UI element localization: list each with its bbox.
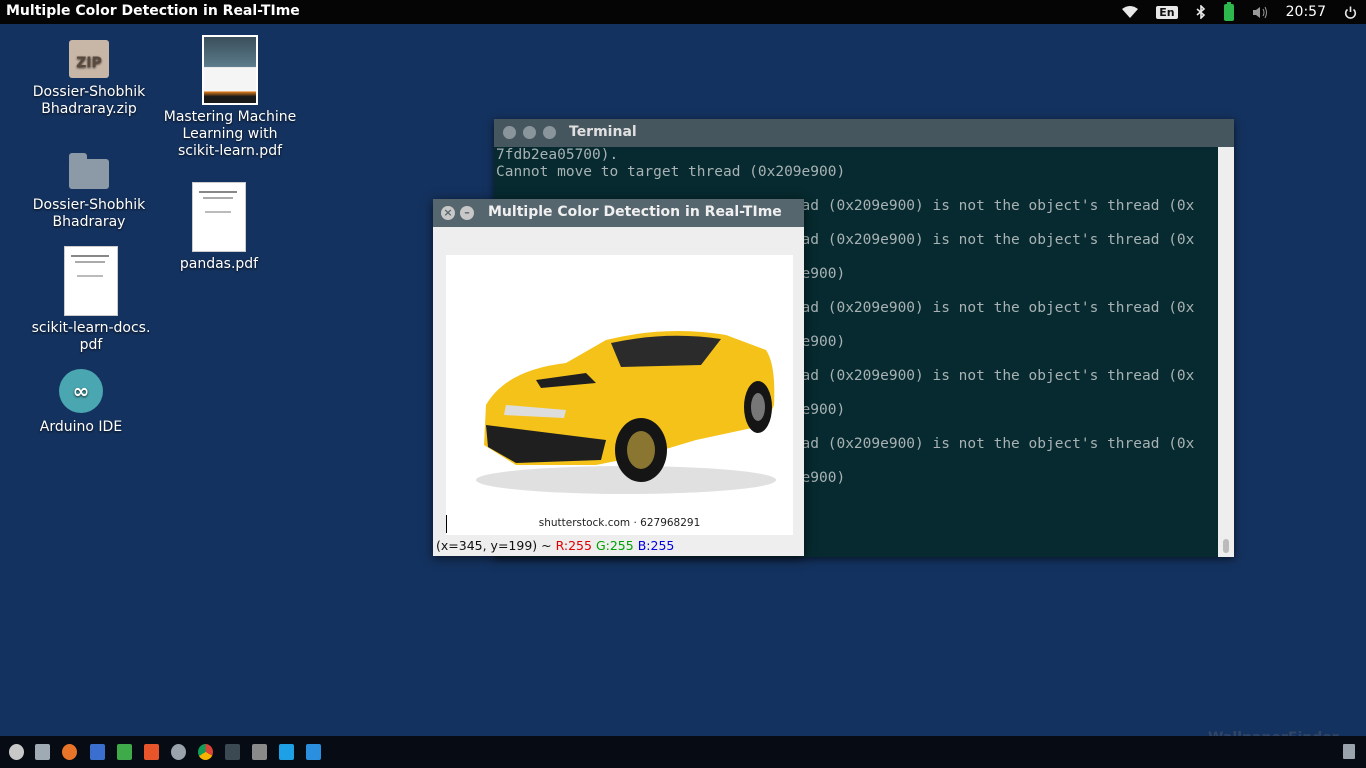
yellow-car-image xyxy=(476,331,776,494)
maximize-icon[interactable] xyxy=(543,126,556,139)
image-credit: shutterstock.com · 627968291 xyxy=(538,517,701,529)
close-icon[interactable]: × xyxy=(441,206,455,220)
desktop-icon-arduino[interactable]: ∞ Arduino IDE xyxy=(30,369,132,436)
launcher-icon[interactable] xyxy=(9,744,24,760)
calc-icon[interactable] xyxy=(117,744,132,760)
clock[interactable]: 20:57 xyxy=(1286,4,1326,20)
desktop-icon-sklearn-docs[interactable]: scikit-learn-docs. pdf xyxy=(30,246,152,354)
volume-icon[interactable] xyxy=(1252,6,1268,19)
cursor-position: (x=345, y=199) ~ xyxy=(436,538,556,553)
workspace-icon[interactable] xyxy=(306,744,321,760)
top-panel: Multiple Color Detection in Real-TIme En… xyxy=(0,0,1366,24)
terminal-scrollbar[interactable] xyxy=(1218,147,1234,557)
impress-icon[interactable] xyxy=(144,744,159,760)
active-window-title: Multiple Color Detection in Real-TIme xyxy=(6,3,300,19)
bottom-dock xyxy=(0,736,1366,768)
desktop-icon-label: Dossier-Shobhik Bhadraray xyxy=(32,197,146,230)
chrome-icon[interactable] xyxy=(198,744,213,760)
desktop-icon-label: Mastering Machine Learning with scikit-l… xyxy=(163,109,297,159)
folder-icon[interactable] xyxy=(279,744,294,760)
red-value: R:255 xyxy=(555,538,592,553)
pdf-file-icon xyxy=(64,246,118,316)
desktop-icon-mastering-ml[interactable]: Mastering Machine Learning with scikit-l… xyxy=(160,35,300,160)
pdf-file-icon xyxy=(192,182,246,252)
zip-file-icon: ZIP xyxy=(69,40,109,78)
pdf-book-cover-icon xyxy=(202,35,258,105)
settings-icon[interactable] xyxy=(171,744,186,760)
terminal-title: Terminal xyxy=(569,124,637,140)
wifi-icon[interactable] xyxy=(1122,6,1139,18)
system-tray: En 20:57 xyxy=(1113,0,1366,24)
desktop-icon-pandas[interactable]: pandas.pdf xyxy=(170,182,268,273)
arduino-icon: ∞ xyxy=(59,369,103,413)
files-icon[interactable] xyxy=(35,744,50,760)
desktop-icon-zip[interactable]: ZIP Dossier-Shobhik Bhadraray.zip xyxy=(30,40,148,118)
trash-icon[interactable] xyxy=(1343,744,1355,759)
desktop-icon-label: Arduino IDE xyxy=(39,419,123,435)
desktop-icon-label: pandas.pdf xyxy=(179,256,259,272)
keyboard-icon[interactable]: En xyxy=(1156,5,1178,19)
desktop-icon-label: scikit-learn-docs. pdf xyxy=(31,320,151,353)
bluetooth-icon[interactable] xyxy=(1196,5,1206,19)
minimize-icon[interactable]: – xyxy=(460,206,474,220)
minimize-icon[interactable] xyxy=(523,126,536,139)
window-title: Multiple Color Detection in Real-TIme xyxy=(488,204,782,220)
desktop-icon-folder[interactable]: Dossier-Shobhik Bhadraray xyxy=(30,153,148,231)
color-detection-titlebar[interactable]: × – Multiple Color Detection in Real-TIm… xyxy=(433,199,804,227)
close-icon[interactable] xyxy=(503,126,516,139)
folder-icon xyxy=(69,153,109,189)
desktop-icon-label: Dossier-Shobhik Bhadraray.zip xyxy=(32,84,146,117)
pixel-status-bar: (x=345, y=199) ~ R:255 G:255 B:255 xyxy=(436,538,674,553)
unknown-app-icon[interactable] xyxy=(252,744,267,760)
color-detection-window[interactable]: × – Multiple Color Detection in Real-TIm… xyxy=(433,199,804,556)
terminal-titlebar[interactable]: Terminal xyxy=(494,119,1234,147)
scrollbar-thumb[interactable] xyxy=(1223,539,1229,553)
terminal-line: Cannot move to target thread (0x209e900) xyxy=(496,164,846,180)
blue-value: B:255 xyxy=(637,538,675,553)
writer-icon[interactable] xyxy=(90,744,105,760)
firefox-icon[interactable] xyxy=(62,744,77,760)
terminal-icon[interactable] xyxy=(225,744,240,760)
green-value: G:255 xyxy=(595,538,634,553)
power-icon[interactable] xyxy=(1344,6,1357,19)
terminal-line: 7fdb2ea05700). xyxy=(496,147,619,163)
image-canvas[interactable]: shutterstock.com · 627968291 xyxy=(446,255,793,535)
battery-icon[interactable] xyxy=(1223,1,1234,21)
